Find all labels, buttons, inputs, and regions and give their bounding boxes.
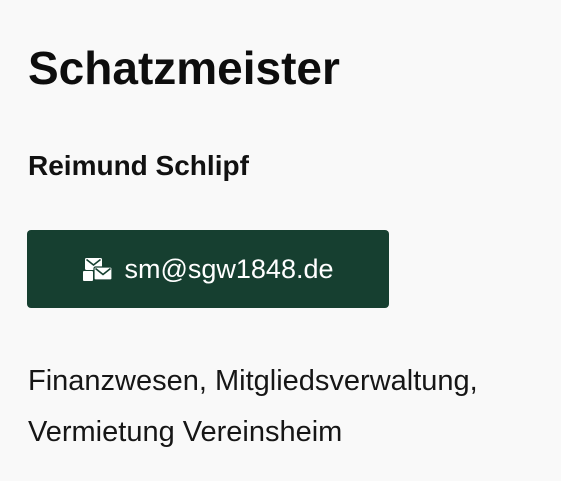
responsibilities-text: Finanzwesen, Mitgliedsverwaltung, Vermie… [28, 365, 478, 448]
email-address: sm@sgw1848.de [124, 254, 334, 284]
person-name: Reimund Schlipf [28, 150, 249, 181]
contact-card: Schatzmeister Reimund Schlipf sm@sgw1848… [0, 0, 561, 481]
email-button[interactable]: sm@sgw1848.de [27, 230, 389, 308]
mail-envelopes-icon [82, 255, 114, 283]
role-title: Schatzmeister [28, 42, 340, 94]
